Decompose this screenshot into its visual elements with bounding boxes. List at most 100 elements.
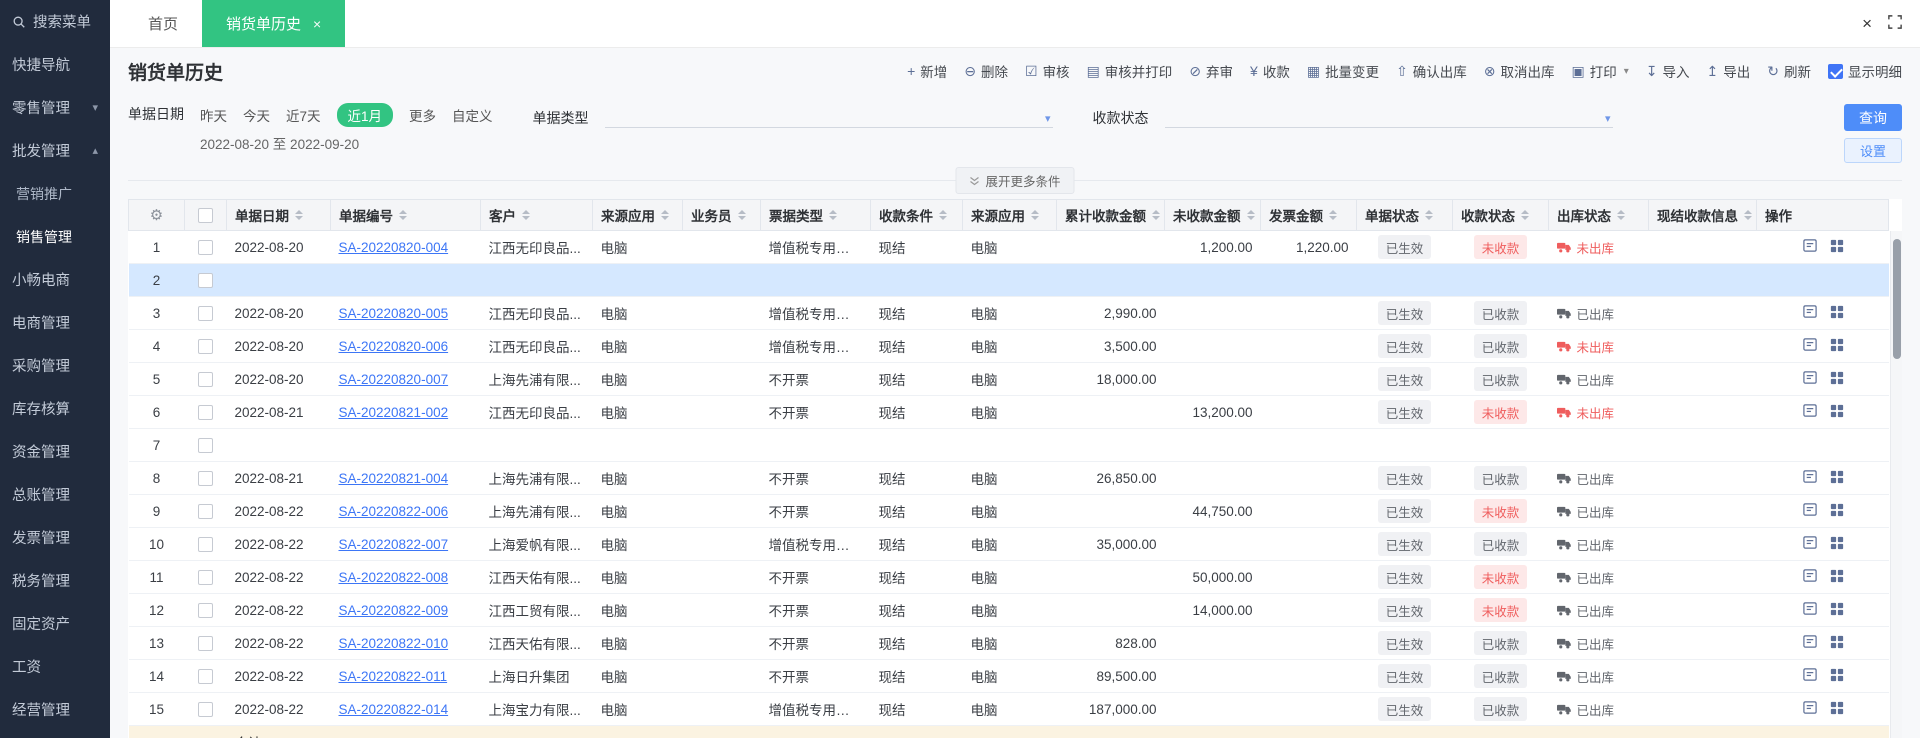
close-icon[interactable]: × [1862,15,1872,32]
more-actions-icon[interactable] [1830,668,1844,682]
doc-no-link[interactable]: SA-20220820-006 [339,339,449,354]
quick-option-last-7-days[interactable]: 近7天 [286,105,321,125]
column-header-received[interactable]: 累计收款金额 [1056,199,1165,231]
audit-print-button[interactable]: ▤ 审核并打印 [1087,61,1173,81]
sort-icon[interactable] [1744,210,1752,220]
doc-no-link[interactable]: SA-20220822-006 [339,504,449,519]
table-row[interactable]: 1 2022-08-20 SA-20220820-004 江西无印良品... 电脑 增值税… [128,230,1889,264]
view-detail-icon[interactable] [1802,337,1818,352]
doc-no-link[interactable]: SA-20220821-004 [339,471,449,486]
doc-no-link[interactable]: SA-20220822-008 [339,570,449,585]
tab-home[interactable]: 首页 [124,0,202,47]
show-detail-checkbox[interactable] [1828,63,1843,79]
more-actions-icon[interactable] [1830,404,1844,418]
pay-status-select[interactable]: ▾ [1164,104,1613,128]
sidebar-item-invoice-mgmt[interactable]: 发票管理 [0,516,110,559]
quick-option-last-1-month[interactable]: 近1月 [336,103,394,127]
export-button[interactable]: ↥ 导出 [1707,61,1751,81]
cancel-outbound-button[interactable]: ⊗ 取消出库 [1484,61,1555,81]
sidebar-item-fund-mgmt[interactable]: 资金管理 [0,430,110,473]
table-row[interactable]: 11 2022-08-22 SA-20220822-008 江西天佑有限... 电脑 不开… [128,560,1889,594]
sidebar-item-inventory-accounting[interactable]: 库存核算 [0,387,110,430]
sidebar-item-fixed-assets[interactable]: 固定资产 [0,602,110,645]
row-checkbox[interactable] [198,503,213,519]
add-button[interactable]: + 新增 [907,61,947,81]
more-actions-icon[interactable] [1830,305,1844,319]
sidebar-item-tax-mgmt[interactable]: 税务管理 [0,559,110,602]
sort-icon[interactable] [1425,210,1433,220]
doc-no-link[interactable]: SA-20220822-011 [339,669,448,684]
row-checkbox[interactable] [198,338,213,354]
table-row[interactable]: 6 2022-08-21 SA-20220821-002 江西无印良品... 电脑 不开票… [128,395,1889,429]
view-detail-icon[interactable] [1802,700,1818,715]
select-all-checkbox[interactable] [198,207,213,223]
doc-type-select[interactable]: ▾ [604,104,1053,128]
sidebar-item-purchase-mgmt[interactable]: 采购管理 [0,344,110,387]
table-row[interactable]: 5 2022-08-20 SA-20220820-007 上海先浦有限... 电脑 不开票… [128,362,1889,396]
row-checkbox[interactable] [198,536,213,552]
doc-no-link[interactable]: SA-20220822-010 [339,636,449,651]
sort-icon[interactable] [1031,210,1039,220]
column-header-invoice_amt[interactable]: 发票金额 [1260,199,1357,231]
gear-icon[interactable]: ⚙ [150,207,163,224]
expand-more-button[interactable]: 展开更多条件 [955,167,1075,194]
settings-button[interactable]: 设置 [1844,138,1902,163]
view-detail-icon[interactable] [1802,568,1818,583]
row-checkbox[interactable] [198,569,213,585]
more-actions-icon[interactable] [1830,239,1844,253]
sort-icon[interactable] [295,210,303,220]
view-detail-icon[interactable] [1802,469,1818,484]
sort-icon[interactable] [522,210,530,220]
sort-icon[interactable] [1617,210,1625,220]
delete-button[interactable]: ⊖ 删除 [964,61,1008,81]
sidebar-item-quick-nav[interactable]: 快捷导航 [0,43,110,86]
row-checkbox[interactable] [198,272,213,288]
more-actions-icon[interactable] [1830,338,1844,352]
column-header-customer[interactable]: 客户 [480,199,593,231]
view-detail-icon[interactable] [1802,238,1818,253]
import-button[interactable]: ↧ 导入 [1646,61,1690,81]
sort-icon[interactable] [829,210,837,220]
sidebar-item-general-ledger[interactable]: 总账管理 [0,473,110,516]
table-row[interactable]: 7 [128,428,1889,462]
print-button[interactable]: ▣ 打印 ▾ [1572,61,1629,81]
sidebar-item-retail-mgmt[interactable]: 零售管理 ▾ [0,86,110,129]
sidebar-item-business-mgmt[interactable]: 经营管理 [0,688,110,731]
table-row[interactable]: 3 2022-08-20 SA-20220820-005 江西无印良品... 电脑 增值税… [128,296,1889,330]
view-detail-icon[interactable] [1802,601,1818,616]
view-detail-icon[interactable] [1802,535,1818,550]
sort-icon[interactable] [1246,210,1255,220]
view-detail-icon[interactable] [1802,502,1818,517]
doc-no-link[interactable]: SA-20220822-007 [339,537,449,552]
quick-option-more[interactable]: 更多 [409,105,436,125]
row-checkbox[interactable] [198,635,213,651]
column-header-source2[interactable]: 来源应用 [962,199,1057,231]
column-header-cash_info[interactable]: 现结收款信息 [1648,199,1757,231]
more-actions-icon[interactable] [1830,701,1844,715]
column-header-date[interactable]: 单据日期 [226,199,331,231]
more-actions-icon[interactable] [1830,569,1844,583]
row-checkbox[interactable] [198,371,213,387]
doc-no-link[interactable]: SA-20220821-002 [339,405,449,420]
sidebar-item-marketing-promo[interactable]: 营销推广 [0,172,110,215]
sort-icon[interactable] [399,210,407,220]
query-button[interactable]: 查询 [1844,104,1902,131]
scrollbar-thumb[interactable] [1893,239,1901,359]
view-detail-icon[interactable] [1802,634,1818,649]
row-checkbox[interactable] [198,437,213,453]
column-header-pay_cond[interactable]: 收款条件 [870,199,963,231]
sidebar-item-sales-mgmt[interactable]: 销售管理 [0,215,110,258]
row-checkbox[interactable] [198,602,213,618]
sidebar-item-wholesale-mgmt[interactable]: 批发管理 ▴ [0,129,110,172]
sort-icon[interactable] [1329,210,1337,220]
more-actions-icon[interactable] [1830,371,1844,385]
quick-option-today[interactable]: 今天 [243,105,270,125]
confirm-outbound-button[interactable]: ⇧ 确认出库 [1396,61,1467,81]
sort-icon[interactable] [1152,210,1160,220]
more-actions-icon[interactable] [1830,602,1844,616]
abandon-audit-button[interactable]: ⊘ 弃审 [1189,61,1233,81]
table-row[interactable]: 14 2022-08-22 SA-20220822-011 上海日升集团 电脑 不开票 现结… [128,659,1889,693]
doc-no-link[interactable]: SA-20220820-005 [339,306,449,321]
sort-icon[interactable] [737,210,746,220]
tab-sales-order-history[interactable]: 销货单历史 × [202,0,346,47]
